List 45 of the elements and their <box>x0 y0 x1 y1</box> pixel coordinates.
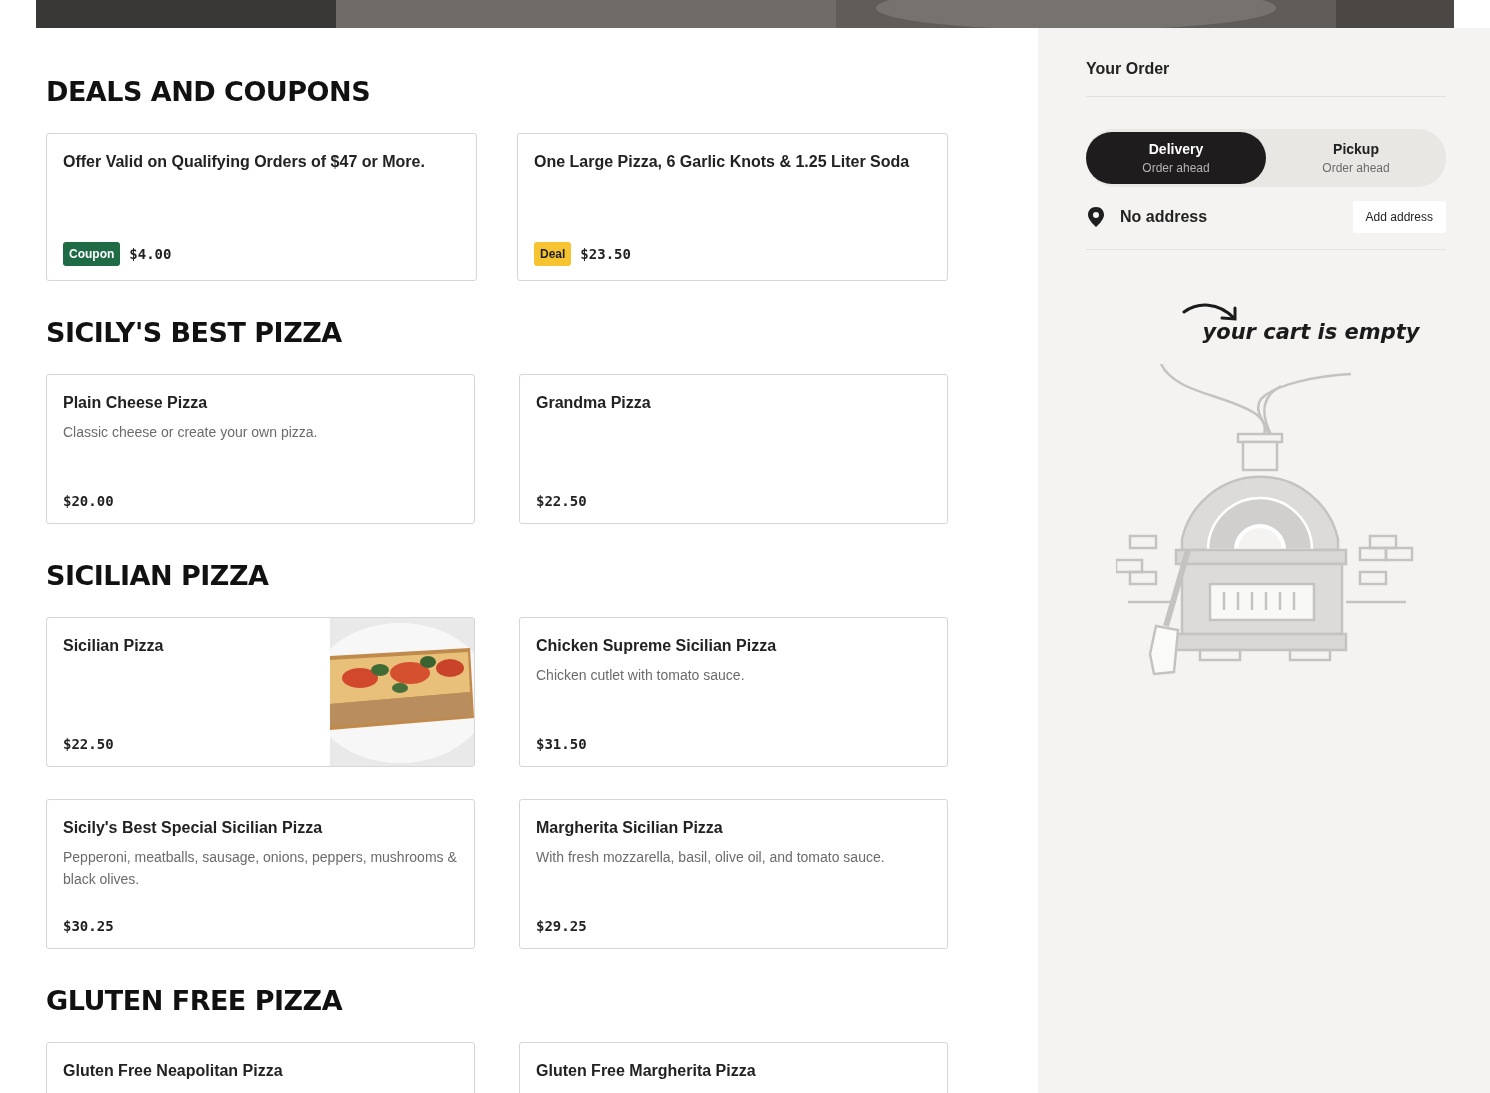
order-title: Your Order <box>1086 60 1446 97</box>
deal-price: $4.00 <box>129 246 172 262</box>
item-price: $31.50 <box>536 736 588 752</box>
item-price: $22.50 <box>63 736 115 752</box>
deal-badge: Deal <box>534 242 572 266</box>
section-heading: GLUTEN FREE PIZZA <box>46 985 344 1016</box>
item-name: Plain Cheese Pizza <box>63 394 209 412</box>
item-price: $20.00 <box>63 493 115 509</box>
menu-item-card[interactable]: Sicilian Pizza $22.50 <box>46 617 475 767</box>
location-pin-icon <box>1086 206 1106 228</box>
menu-item-card[interactable]: Sicily's Best Special Sicilian Pizza Pepperoni, meatballs, sausage, onions, peppers, mushrooms & black olives. $30.25 <box>46 799 475 949</box>
menu-item-card[interactable]: Margherita Sicilian Pizza With fresh mozzarella, basil, olive oil, and tomato sauce. $29.25 <box>519 799 948 949</box>
item-price: $29.25 <box>536 918 588 934</box>
item-name: Grandma Pizza <box>536 394 652 412</box>
deal-card[interactable]: One Large Pizza, 6 Garlic Knots & 1.25 Liter Soda Deal $23.50 <box>517 133 948 281</box>
item-name: Sicilian Pizza <box>63 637 165 655</box>
menu-item-card[interactable]: Grandma Pizza $22.50 <box>519 374 948 524</box>
deal-price: $23.50 <box>580 246 631 262</box>
item-price: $30.25 <box>63 918 115 934</box>
item-description: Classic cheese or create your own pizza. <box>63 423 319 442</box>
item-name: Gluten Free Margherita Pizza <box>536 1062 757 1080</box>
menu-item-card[interactable]: Plain Cheese Pizza Classic cheese or create your own pizza. $20.00 <box>46 374 475 524</box>
menu-item-card[interactable]: Chicken Supreme Sicilian Pizza Chicken cutlet with tomato sauce. $31.50 <box>519 617 948 767</box>
order-mode-tab[interactable]: Pickup Order ahead <box>1266 132 1446 184</box>
item-description: Pepperoni, meatballs, sausage, onions, peppers, mushrooms & black olives. <box>63 848 458 889</box>
address-text: No address <box>1120 208 1209 226</box>
add-address-button[interactable]: Add address <box>1352 201 1446 233</box>
deal-card[interactable]: Offer Valid on Qualifying Orders of $47 or More. Coupon $4.00 <box>46 133 477 281</box>
empty-cart-message: your cart is empty <box>1202 320 1420 344</box>
menu-item-card[interactable]: Gluten Free Margherita Pizza <box>519 1042 948 1093</box>
deal-badge: Coupon <box>63 242 121 266</box>
order-mode-tab[interactable]: Delivery Order ahead <box>1086 132 1266 184</box>
item-description: With fresh mozzarella, basil, olive oil, and tomato sauce. <box>536 848 886 867</box>
item-name: Gluten Free Neapolitan Pizza <box>63 1062 284 1080</box>
item-name: Margherita Sicilian Pizza <box>536 819 724 837</box>
item-name: Sicily's Best Special Sicilian Pizza <box>63 819 324 837</box>
section-heading: SICILY'S BEST PIZZA <box>46 317 343 348</box>
section-heading: DEALS AND COUPONS <box>46 76 372 107</box>
item-description: Chicken cutlet with tomato sauce. <box>536 666 746 685</box>
menu-item-card[interactable]: Gluten Free Neapolitan Pizza <box>46 1042 475 1093</box>
item-price: $22.50 <box>536 493 588 509</box>
deal-title: One Large Pizza, 6 Garlic Knots & 1.25 Liter Soda <box>534 153 911 171</box>
section-heading: SICILIAN PIZZA <box>46 560 270 591</box>
item-name: Chicken Supreme Sicilian Pizza <box>536 637 778 655</box>
deal-title: Offer Valid on Qualifying Orders of $47 or More. <box>63 153 426 171</box>
